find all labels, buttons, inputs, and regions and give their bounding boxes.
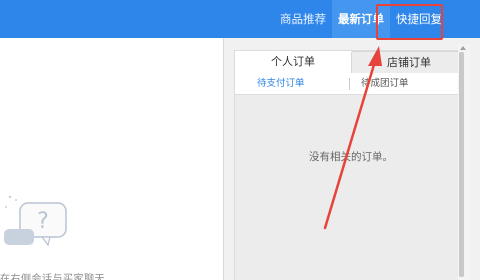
filter-pending-group[interactable]: 待成团订单 bbox=[361, 73, 409, 95]
scroll-thumb[interactable] bbox=[459, 52, 464, 277]
tab-product-recommend[interactable]: 商品推荐 bbox=[274, 0, 332, 38]
chat-hint-text: 在右侧会话与买家聊天 bbox=[0, 274, 105, 280]
order-sidebar: 个人订单 店铺订单 待支付订单 待成团订单 没有相关的订单。 bbox=[224, 38, 480, 280]
empty-orders-message: 没有相关的订单。 bbox=[309, 151, 393, 163]
scroll-up-icon[interactable] bbox=[460, 46, 466, 50]
tab-personal-orders[interactable]: 个人订单 bbox=[235, 51, 351, 73]
svg-text:?: ? bbox=[37, 209, 49, 234]
top-bar: 商品推荐 最新订单 快捷回复 bbox=[0, 0, 480, 38]
chat-bubbles-icon: ? bbox=[4, 195, 67, 247]
order-filters: 待支付订单 待成团订单 bbox=[235, 73, 467, 95]
tab-quick-reply[interactable]: 快捷回复 bbox=[390, 0, 448, 38]
tab-latest-orders[interactable]: 最新订单 bbox=[332, 0, 390, 38]
top-tabs: 商品推荐 最新订单 快捷回复 bbox=[274, 0, 448, 38]
order-panel: 个人订单 店铺订单 待支付订单 待成团订单 没有相关的订单。 bbox=[234, 50, 468, 280]
scrollbar[interactable] bbox=[458, 44, 470, 280]
filter-pending-payment[interactable]: 待支付订单 bbox=[257, 73, 305, 95]
filter-divider bbox=[349, 78, 350, 90]
tab-store-orders[interactable]: 店铺订单 bbox=[351, 51, 467, 73]
order-tabs: 个人订单 店铺订单 bbox=[235, 51, 467, 73]
